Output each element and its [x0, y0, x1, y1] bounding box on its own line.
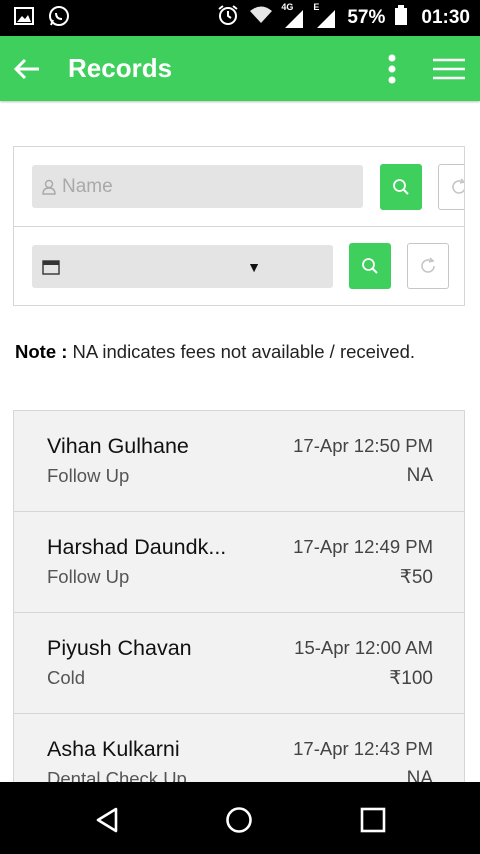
record-fee: NA [406, 768, 433, 782]
triangle-back-icon [96, 807, 118, 833]
dropdown-caret-icon: ▼ [247, 258, 261, 275]
record-name: Piyush Chavan [47, 636, 192, 660]
status-bar: 4G E 57% 01:30 [0, 0, 480, 36]
record-type: Dental Check Up [47, 768, 187, 782]
signal-4g-icon: 4G [281, 2, 305, 28]
record-name: Asha Kulkarni [47, 737, 180, 761]
system-nav-bar [0, 782, 480, 854]
name-placeholder: Name [62, 175, 113, 197]
note-label: Note : [15, 341, 68, 362]
filter-panel: Name ▼ [13, 146, 465, 306]
refresh-icon [452, 178, 464, 194]
record-type: Follow Up [47, 566, 130, 587]
circle-home-icon [226, 807, 252, 833]
note-text: NA indicates fees not available / receiv… [67, 341, 416, 362]
record-row[interactable]: Piyush Chavan Cold 15-Apr 12:00 AM ₹100 [14, 613, 464, 714]
record-type: Cold [47, 667, 86, 688]
record-row[interactable]: Asha Kulkarni Dental Check Up 17-Apr 12:… [14, 714, 464, 782]
record-name: Vihan Gulhane [47, 434, 189, 458]
signal-e-icon: E [313, 2, 337, 28]
clock: 01:30 [421, 7, 470, 28]
search-icon [393, 179, 409, 195]
whatsapp-icon [48, 5, 70, 32]
alarm-icon [217, 4, 239, 32]
name-search-button[interactable] [380, 164, 422, 210]
record-datetime: 15-Apr 12:00 AM [294, 637, 433, 658]
nav-recents-button[interactable] [353, 800, 393, 840]
nav-back-button[interactable] [87, 800, 127, 840]
date-search-button[interactable] [349, 243, 391, 289]
battery-icon [395, 5, 408, 31]
date-reset-button[interactable] [407, 243, 449, 289]
network-4g-label: 4G [281, 2, 294, 12]
fees-note: Note : NA indicates fees not available /… [15, 337, 455, 366]
record-fee: NA [406, 465, 433, 486]
nav-home-button[interactable] [219, 800, 259, 840]
calendar-icon [42, 259, 60, 275]
panel-divider [14, 226, 464, 227]
user-icon [42, 179, 56, 195]
hamburger-icon [433, 58, 465, 79]
name-search-input[interactable]: Name [32, 165, 363, 208]
search-icon [362, 258, 378, 274]
back-button[interactable] [4, 46, 50, 92]
gallery-icon [14, 6, 34, 30]
record-fee: ₹100 [389, 668, 433, 689]
record-row[interactable]: Harshad Daundk... Follow Up 17-Apr 12:49… [14, 512, 464, 613]
record-datetime: 17-Apr 12:43 PM [293, 738, 433, 759]
app-bar: Records [0, 36, 480, 101]
square-recents-icon [360, 807, 386, 833]
more-vert-icon [388, 54, 396, 83]
battery-percent: 57% [347, 7, 386, 28]
record-datetime: 17-Apr 12:50 PM [293, 435, 433, 456]
arrow-left-icon [14, 58, 39, 79]
record-fee: ₹50 [399, 567, 433, 588]
wifi-icon [249, 5, 273, 31]
record-name: Harshad Daundk... [47, 535, 227, 559]
record-datetime: 17-Apr 12:49 PM [293, 536, 433, 557]
refresh-icon [421, 257, 435, 273]
hamburger-menu-button[interactable] [422, 46, 476, 92]
name-reset-button[interactable] [438, 164, 464, 210]
record-row[interactable]: Vihan Gulhane Follow Up 17-Apr 12:50 PM … [14, 411, 464, 512]
page-title: Records [68, 53, 173, 83]
overflow-menu-button[interactable] [372, 46, 412, 92]
records-list: Vihan Gulhane Follow Up 17-Apr 12:50 PM … [13, 410, 465, 782]
record-type: Follow Up [47, 465, 130, 486]
date-select[interactable]: ▼ [32, 245, 333, 288]
network-e-label: E [313, 2, 320, 12]
